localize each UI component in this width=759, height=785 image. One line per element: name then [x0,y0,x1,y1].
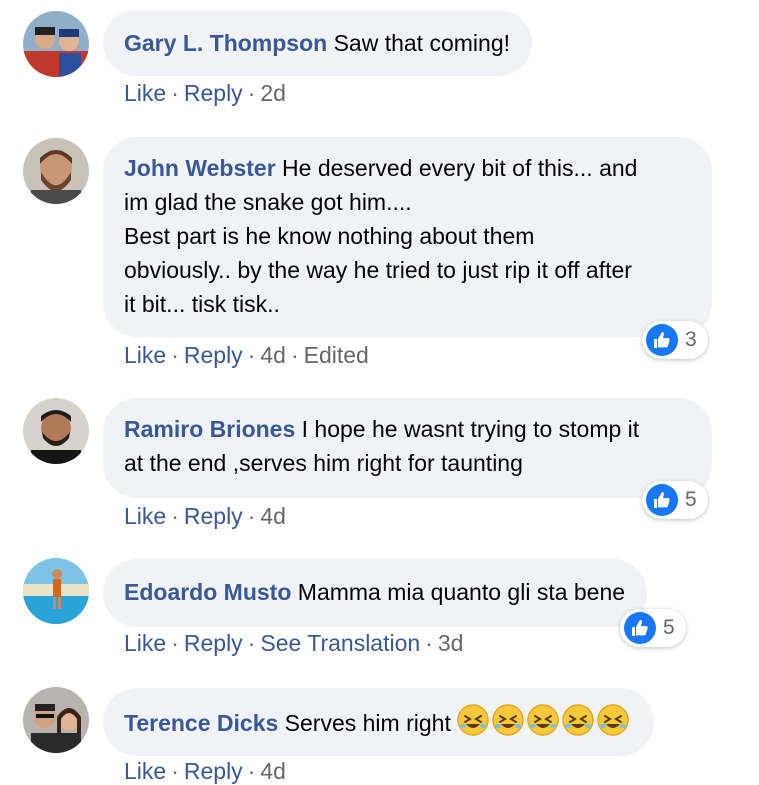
reaction-count[interactable]: 5 [620,609,686,647]
separator: · [171,342,179,368]
like-link[interactable]: Like [124,342,166,368]
see-translation-link[interactable]: See Translation [260,630,420,656]
rolling-on-floor-laughing-emoji [457,704,489,736]
comment-actions: Like · Reply · See Translation · 3d [124,630,463,657]
timestamp[interactable]: 3d [438,630,464,656]
comment-text: Mamma mia quanto gli sta bene [297,579,626,605]
comment-author-link[interactable]: Edoardo Musto [124,579,291,605]
timestamp[interactable]: 4d [260,503,286,529]
comment-author-link[interactable]: Gary L. Thompson [124,30,327,56]
reply-link[interactable]: Reply [184,342,243,368]
reaction-count[interactable]: 3 [642,321,708,359]
comment-bubble: John Webster He deserved every bit of th… [103,137,712,337]
separator: · [425,630,433,656]
comment-bubble: Ramiro Briones I hope he wasnt trying to… [103,398,712,498]
comment-text: Serves him right [284,710,451,736]
separator: · [247,80,256,106]
like-link[interactable]: Like [124,80,166,106]
reaction-count-text: 5 [685,488,697,511]
like-thumb-icon [646,484,678,516]
reply-link[interactable]: Reply [184,80,243,106]
separator: · [171,503,179,529]
separator: · [171,80,179,106]
separator: · [247,630,256,656]
comment-actions: Like · Reply · 2d [124,80,286,107]
reply-link[interactable]: Reply [184,758,243,784]
separator: · [247,342,256,368]
timestamp[interactable]: 4d [260,342,286,368]
rolling-on-floor-laughing-emoji [597,704,629,736]
separator: · [171,630,179,656]
like-link[interactable]: Like [124,630,166,656]
separator: · [171,758,179,784]
timestamp[interactable]: 4d [260,758,286,784]
reaction-count-text: 5 [663,616,675,639]
comment-author-link[interactable]: John Webster [124,155,276,181]
comment-actions: Like · Reply · 4d [124,758,286,785]
timestamp[interactable]: 2d [260,80,286,106]
like-link[interactable]: Like [124,758,166,784]
comment-bubble: Edoardo Musto Mamma mia quanto gli sta b… [103,559,648,627]
rolling-on-floor-laughing-emoji [562,704,594,736]
separator: · [290,342,299,368]
like-thumb-icon [646,324,678,356]
separator: · [247,758,256,784]
avatar[interactable] [23,398,89,464]
reaction-count-text: 3 [685,328,697,351]
avatar[interactable] [23,558,89,624]
like-thumb-icon [624,612,656,644]
comment-actions: Like · Reply · 4d [124,503,286,530]
separator: · [247,503,256,529]
rolling-on-floor-laughing-emoji [527,704,559,736]
reaction-count[interactable]: 5 [642,481,708,519]
comment-text: Saw that coming! [333,30,510,56]
comment-author-link[interactable]: Terence Dicks [124,710,278,736]
avatar[interactable] [23,687,89,753]
comment-author-link[interactable]: Ramiro Briones [124,416,295,442]
rolling-on-floor-laughing-emoji [492,704,524,736]
comment-bubble: Gary L. Thompson Saw that coming! [103,10,532,76]
comment-actions: Like · Reply · 4d · Edited [124,342,369,369]
avatar[interactable] [23,138,89,204]
reply-link[interactable]: Reply [184,630,243,656]
edited-label[interactable]: Edited [304,342,369,368]
avatar[interactable] [23,11,89,77]
emoji-row [457,704,632,736]
reply-link[interactable]: Reply [184,503,243,529]
comment-bubble: Terence Dicks Serves him right [103,688,655,756]
like-link[interactable]: Like [124,503,166,529]
